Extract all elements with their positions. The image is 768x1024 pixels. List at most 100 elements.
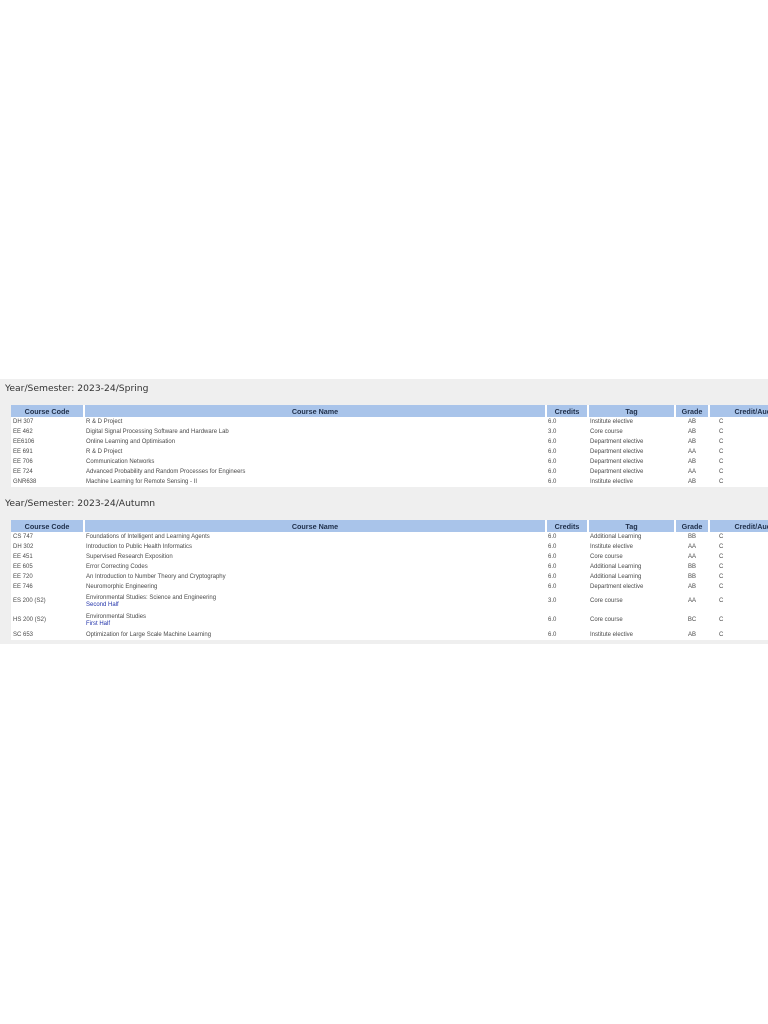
course-code: EE6106 [11,437,84,447]
course-code: GNR638 [11,477,84,487]
course-name: Communication Networks [84,457,546,467]
credit-audit: C [709,437,768,447]
course-name: Advanced Probability and Random Processe… [84,467,546,477]
autumn-grade-table: Course Code Course Name Credits Tag Grad… [11,520,768,640]
credits: 6.0 [546,542,588,552]
tag: Department elective [588,457,675,467]
column-header-course-code: Course Code [11,405,85,417]
credit-audit: C [709,592,768,611]
grade: AB [675,582,709,592]
tag: Core course [588,592,675,611]
grade: AA [675,542,709,552]
table-header-row: Course Code Course Name Credits Tag Grad… [11,405,768,417]
course-name: Digital Signal Processing Software and H… [84,427,546,437]
credits: 3.0 [546,592,588,611]
course-half-label: First Half [86,620,110,627]
credits: 6.0 [546,457,588,467]
column-header-grade: Grade [675,405,710,417]
course-name: Supervised Research Exposition [84,552,546,562]
credits: 6.0 [546,417,588,427]
grade: AB [675,437,709,447]
credits: 3.0 [546,427,588,437]
course-code: DH 302 [11,542,84,552]
credits: 6.0 [546,437,588,447]
course-name: Error Correcting Codes [84,562,546,572]
tag: Additional Learning [588,572,675,582]
course-name-cell: Environmental Studies First Half [84,611,546,630]
course-name: R & D Project [84,447,546,457]
table-row: DH 302 Introduction to Public Health Inf… [11,542,768,552]
column-header-credit-audit: Credit/Audit [709,405,768,417]
course-name: Introduction to Public Health Informatic… [84,542,546,552]
credit-audit: C [709,552,768,562]
credits: 6.0 [546,552,588,562]
table-row: DH 307 R & D Project 6.0 Institute elect… [11,417,768,427]
grade: BC [675,611,709,630]
credits: 6.0 [546,611,588,630]
tag: Core course [588,611,675,630]
credit-audit: C [709,427,768,437]
course-code: EE 451 [11,552,84,562]
credits: 6.0 [546,447,588,457]
tag: Institute elective [588,542,675,552]
credit-audit: C [709,572,768,582]
column-header-credits: Credits [546,520,589,532]
course-name: Online Learning and Optimisation [84,437,546,447]
credits: 6.0 [546,477,588,487]
course-name: Environmental Studies [86,613,147,620]
grade: AB [675,630,709,640]
grade: BB [675,572,709,582]
grade: AB [675,457,709,467]
spring-grade-table: Course Code Course Name Credits Tag Grad… [11,405,768,487]
column-header-course-name: Course Name [84,520,547,532]
credits: 6.0 [546,467,588,477]
course-name: R & D Project [84,417,546,427]
course-code: CS 747 [11,532,84,542]
column-header-course-name: Course Name [84,405,547,417]
course-code: EE 691 [11,447,84,457]
credit-audit: C [709,562,768,572]
credits: 6.0 [546,630,588,640]
table-row: EE 724 Advanced Probability and Random P… [11,467,768,477]
course-code: HS 200 (S2) [11,611,84,630]
course-code: ES 200 (S2) [11,592,84,611]
table-row: HS 200 (S2) Environmental Studies First … [11,611,768,630]
tag: Institute elective [588,630,675,640]
table-row: SC 653 Optimization for Large Scale Mach… [11,630,768,640]
grade: BB [675,562,709,572]
grade: AA [675,467,709,477]
course-name: An Introduction to Number Theory and Cry… [84,572,546,582]
tag: Department elective [588,437,675,447]
course-code: SC 653 [11,630,84,640]
course-name: Foundations of Intelligent and Learning … [84,532,546,542]
grade: AB [675,477,709,487]
tag: Department elective [588,582,675,592]
table-row: EE 691 R & D Project 6.0 Department elec… [11,447,768,457]
column-header-tag: Tag [588,405,676,417]
course-code: DH 307 [11,417,84,427]
credit-audit: C [709,417,768,427]
credit-audit: C [709,542,768,552]
table-row: GNR638 Machine Learning for Remote Sensi… [11,477,768,487]
course-code: EE 706 [11,457,84,467]
course-code: EE 746 [11,582,84,592]
course-name: Optimization for Large Scale Machine Lea… [84,630,546,640]
course-code: EE 724 [11,467,84,477]
grade: BB [675,532,709,542]
column-header-credit-audit: Credit/Audit [709,520,768,532]
table-row: EE 746 Neuromorphic Engineering 6.0 Depa… [11,582,768,592]
table-row: EE6106 Online Learning and Optimisation … [11,437,768,447]
grade: AB [675,417,709,427]
course-code: EE 462 [11,427,84,437]
course-code: EE 605 [11,562,84,572]
column-header-credits: Credits [546,405,589,417]
credit-audit: C [709,611,768,630]
semester-title-spring: Year/Semester: 2023-24/Spring [5,383,149,394]
tag: Institute elective [588,477,675,487]
credits: 6.0 [546,532,588,542]
grade: AA [675,592,709,611]
credit-audit: C [709,532,768,542]
credits: 6.0 [546,582,588,592]
table-row: EE 605 Error Correcting Codes 6.0 Additi… [11,562,768,572]
tag: Additional Learning [588,532,675,542]
